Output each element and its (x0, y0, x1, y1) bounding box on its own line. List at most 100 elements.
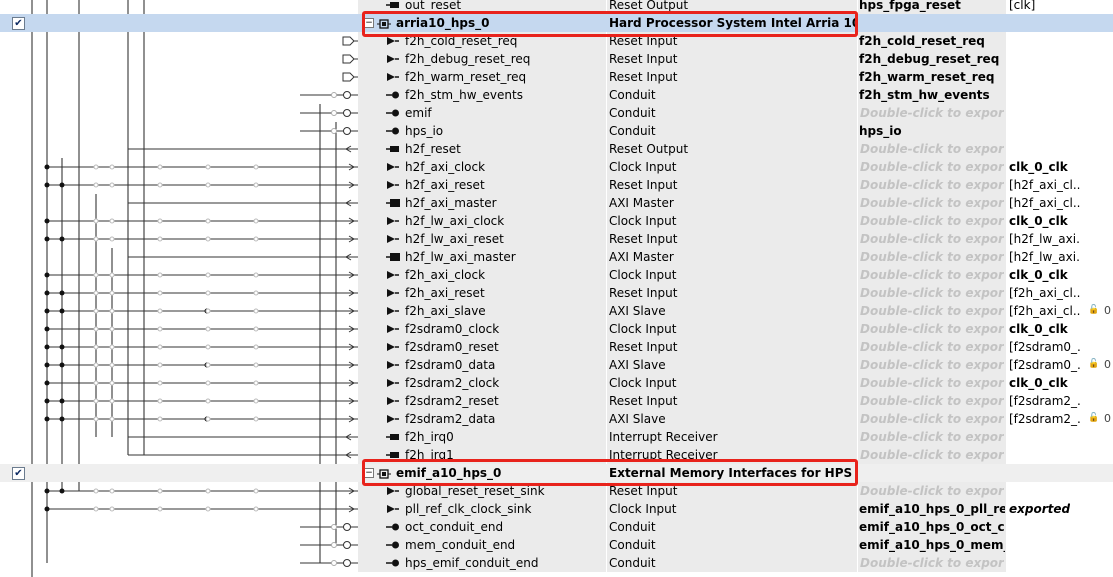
table-row[interactable]: f2h_irq1 Interrupt Receiver Double-click t… (0, 446, 1113, 464)
export-placeholder[interactable]: Double-click to export (860, 556, 1004, 570)
table-row[interactable]: h2f_axi_clock Clock Input Double-click to … (0, 158, 1113, 176)
export-name[interactable]: f2h_debug_reset_req (859, 52, 1005, 66)
export-placeholder[interactable]: Double-click to export (860, 232, 1004, 246)
clock-domain[interactable]: clk_0_clk (1009, 214, 1081, 228)
collapse-toggle[interactable]: − (364, 18, 374, 28)
table-row[interactable]: global_reset_reset_sink Reset Input Double… (0, 482, 1113, 500)
table-row[interactable]: f2sdram0_reset Reset Input Double-click to… (0, 338, 1113, 356)
export-placeholder[interactable]: Double-click to export (860, 196, 1004, 210)
clock-domain[interactable]: exported (1009, 502, 1070, 516)
table-row[interactable]: f2h_axi_slave AXI Slave Double-click to ex… (0, 302, 1113, 320)
export-placeholder[interactable]: Double-click to export (860, 214, 1004, 228)
table-row[interactable]: hps_io Conduit hps_io (0, 122, 1113, 140)
table-row[interactable]: f2h_axi_reset Reset Input Double-click to … (0, 284, 1113, 302)
clock-domain[interactable]: [f2sdram0_... (1009, 358, 1081, 372)
component-row[interactable]: ✔ − emif_a10_hps_0 External Memory Interfac… (0, 464, 1113, 482)
clock-cell[interactable] (1007, 122, 1113, 140)
clock-domain[interactable]: [h2f_axi_cl... (1009, 178, 1081, 192)
lock-icon[interactable]: 🔓 (1088, 305, 1099, 315)
clock-cell[interactable] (1007, 14, 1113, 32)
use-checkbox[interactable]: ✔ (12, 17, 25, 30)
export-placeholder[interactable]: Double-click to export (860, 178, 1004, 192)
clock-domain[interactable]: [f2sdram2_... (1009, 412, 1081, 426)
table-row[interactable]: f2h_debug_reset_req Reset Input f2h_debug_… (0, 50, 1113, 68)
export-placeholder[interactable]: Double-click to export (860, 412, 1004, 426)
table-row[interactable]: f2h_axi_clock Clock Input Double-click to … (0, 266, 1113, 284)
clock-domain[interactable]: clk_0_clk (1009, 268, 1081, 282)
clock-cell[interactable] (1007, 482, 1113, 500)
clock-domain[interactable]: [f2h_axi_cl... (1009, 286, 1081, 300)
use-checkbox[interactable]: ✔ (12, 467, 25, 480)
export-name[interactable]: emif_a10_hps_0_oct_c... (859, 520, 1005, 534)
export-placeholder[interactable]: Double-click to export (860, 142, 1004, 156)
collapse-toggle[interactable]: − (364, 468, 374, 478)
export-placeholder[interactable]: Double-click to export (860, 106, 1004, 120)
table-row[interactable]: emif Conduit Double-click to export (0, 104, 1113, 122)
clock-cell[interactable] (1007, 32, 1113, 50)
export-placeholder[interactable]: Double-click to export (860, 286, 1004, 300)
export-placeholder[interactable]: Double-click to export (860, 322, 1004, 336)
clock-domain[interactable]: clk_0_clk (1009, 160, 1081, 174)
table-row[interactable]: f2sdram2_data AXI Slave Double-click to ex… (0, 410, 1113, 428)
clock-domain[interactable]: [h2f_lw_axi... (1009, 250, 1081, 264)
table-row[interactable]: f2sdram0_data AXI Slave Double-click to ex… (0, 356, 1113, 374)
export-placeholder[interactable]: Double-click to export (860, 160, 1004, 174)
clock-domain[interactable]: clk_0_clk (1009, 322, 1081, 336)
export-placeholder[interactable]: Double-click to export (860, 448, 1004, 462)
clock-domain[interactable]: [h2f_lw_axi... (1009, 232, 1081, 246)
export-cell[interactable] (858, 14, 1006, 32)
clock-cell[interactable] (1007, 428, 1113, 446)
table-row[interactable]: f2h_cold_reset_req Reset Input f2h_cold_re… (0, 32, 1113, 50)
export-placeholder[interactable]: Double-click to export (860, 340, 1004, 354)
export-placeholder[interactable]: Double-click to export (860, 304, 1004, 318)
export-placeholder[interactable]: Double-click to export (860, 358, 1004, 372)
export-placeholder[interactable]: Double-click to export (860, 376, 1004, 390)
table-row[interactable]: pll_ref_clk_clock_sink Clock Input emif_a1… (0, 500, 1113, 518)
table-row[interactable]: h2f_lw_axi_clock Clock Input Double-click … (0, 212, 1113, 230)
table-row[interactable]: hps_emif_conduit_end Conduit Double-click … (0, 554, 1113, 572)
export-placeholder[interactable]: Double-click to export (860, 394, 1004, 408)
clock-cell[interactable] (1007, 50, 1113, 68)
table-row[interactable]: f2sdram0_clock Clock Input Double-click to… (0, 320, 1113, 338)
table-row[interactable]: f2h_stm_hw_events Conduit f2h_stm_hw_event… (0, 86, 1113, 104)
export-name[interactable]: emif_a10_hps_0_pll_ref... (859, 502, 1005, 516)
export-placeholder[interactable]: Double-click to export (860, 250, 1004, 264)
export-name[interactable]: f2h_warm_reset_req (859, 70, 1005, 84)
table-row[interactable]: f2sdram2_clock Clock Input Double-click to… (0, 374, 1113, 392)
clock-cell[interactable] (1007, 140, 1113, 158)
clock-cell[interactable] (1007, 536, 1113, 554)
table-row[interactable]: h2f_lw_axi_reset Reset Input Double-click … (0, 230, 1113, 248)
clock-domain[interactable]: [f2h_axi_cl... (1009, 304, 1081, 318)
clock-cell[interactable] (1007, 518, 1113, 536)
table-row[interactable]: f2sdram2_reset Reset Input Double-click to… (0, 392, 1113, 410)
lock-icon[interactable]: 🔓 (1088, 359, 1099, 369)
component-row[interactable]: ✔ − arria10_hps_0 Hard Processor System Int… (0, 14, 1113, 32)
export-placeholder[interactable]: Double-click to export (860, 430, 1004, 444)
export-name[interactable]: emif_a10_hps_0_mem_... (859, 538, 1005, 552)
table-row[interactable]: h2f_reset Reset Output Double-click to exp… (0, 140, 1113, 158)
clock-domain[interactable]: [f2sdram0_... (1009, 340, 1081, 354)
clock-domain[interactable]: [clk] (1009, 0, 1081, 12)
clock-domain[interactable]: [h2f_axi_cl... (1009, 196, 1081, 210)
export-name[interactable]: f2h_cold_reset_req (859, 34, 1005, 48)
export-placeholder[interactable]: Double-click to export (860, 484, 1004, 498)
clock-domain[interactable]: [f2sdram2_... (1009, 394, 1081, 408)
clock-cell[interactable] (1007, 464, 1113, 482)
clock-cell[interactable] (1007, 554, 1113, 572)
export-name[interactable]: hps_io (859, 124, 1005, 138)
clock-cell[interactable] (1007, 446, 1113, 464)
clock-domain[interactable]: clk_0_clk (1009, 376, 1081, 390)
table-row[interactable]: oct_conduit_end Conduit emif_a10_hps_0_oct… (0, 518, 1113, 536)
table-row[interactable]: h2f_axi_reset Reset Input Double-click to … (0, 176, 1113, 194)
lock-icon[interactable]: 🔓 (1088, 413, 1099, 423)
export-cell[interactable] (858, 464, 1006, 482)
clock-cell[interactable] (1007, 68, 1113, 86)
clock-cell[interactable] (1007, 86, 1113, 104)
table-row[interactable]: mem_conduit_end Conduit emif_a10_hps_0_mem… (0, 536, 1113, 554)
table-row[interactable]: f2h_irq0 Interrupt Receiver Double-click t… (0, 428, 1113, 446)
table-row[interactable]: f2h_warm_reset_req Reset Input f2h_warm_re… (0, 68, 1113, 86)
export-placeholder[interactable]: Double-click to export (860, 268, 1004, 282)
table-row[interactable]: h2f_lw_axi_master AXI Master Double-click … (0, 248, 1113, 266)
table-row[interactable]: out_reset Reset Output hps_fpga_reset [clk] (0, 0, 1113, 14)
clock-cell[interactable] (1007, 104, 1113, 122)
